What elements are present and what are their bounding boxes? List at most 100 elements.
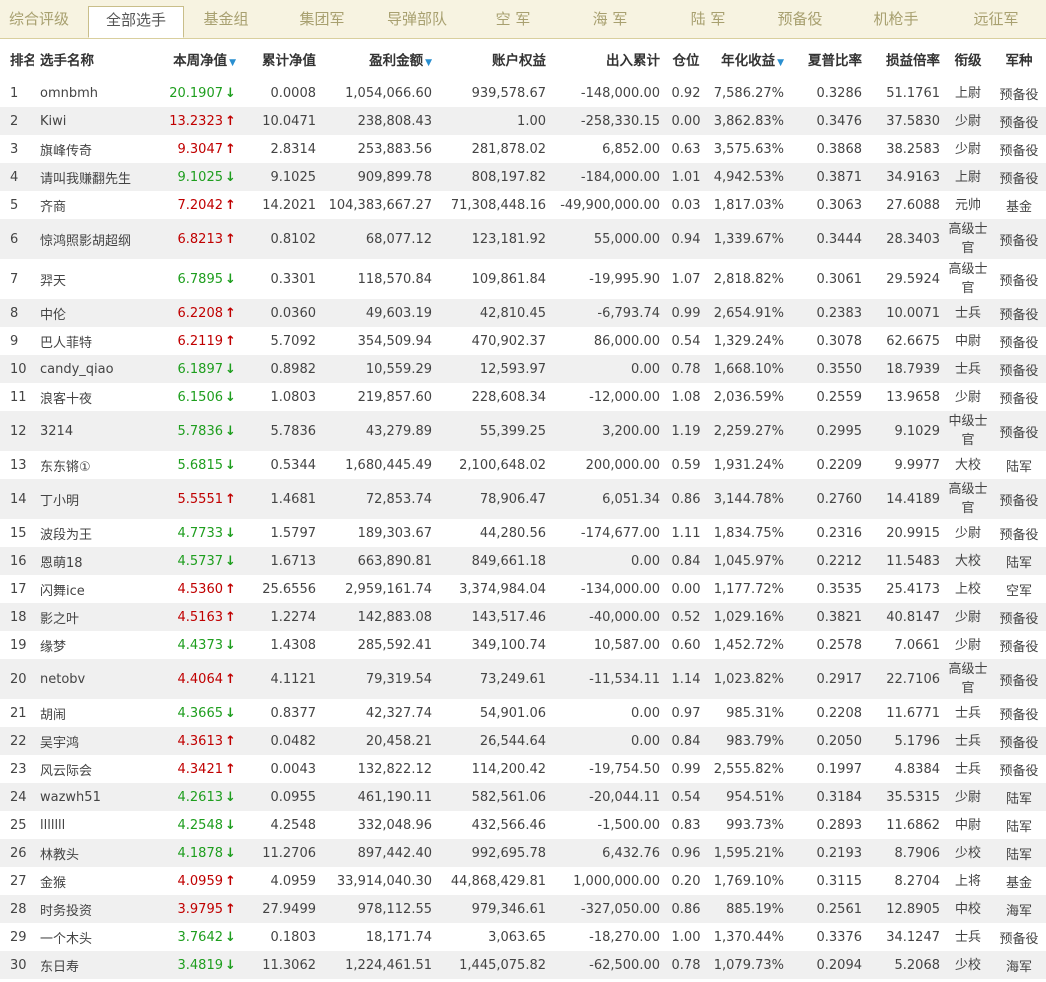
table-row[interactable]: 14 丁小明 5.5551 ↑ 1.4681 72,853.74 78,906.47 6,05… [0, 479, 1046, 519]
cell-branch: 基金 [1005, 875, 1032, 891]
table-row[interactable]: 29 一个木头 3.7642 ↓ 0.1803 18,171.74 3,063.65 -18,… [0, 923, 1046, 951]
tab-8[interactable]: 预备役 [757, 0, 843, 38]
cell-name[interactable]: 惊鸿照影胡超纲 [34, 219, 162, 259]
cell-name[interactable]: 林教头 [34, 839, 162, 867]
cell-name[interactable]: 影之叶 [34, 603, 162, 631]
tab-5[interactable]: 空 军 [470, 0, 556, 38]
cell-sharpe: 0.2578 [816, 637, 863, 653]
cell-name[interactable]: lllllll [34, 811, 162, 839]
cell-name[interactable]: 3214 [34, 411, 162, 451]
cell-name[interactable]: 中伦 [34, 299, 162, 327]
cell-name[interactable]: 风云际会 [34, 755, 162, 783]
cell-name[interactable]: 旗峰传奇 [34, 135, 162, 163]
cell-rank: 30 [0, 951, 34, 979]
sort-down-icon[interactable]: ▼ [425, 58, 432, 68]
arrow-up-icon: ↑ [225, 761, 236, 777]
cell-rank_title: 中尉 [954, 333, 981, 349]
table-row[interactable]: 5 齐商 7.2042 ↑ 14.2021 104,383,667.27 71,308,44… [0, 191, 1046, 219]
tab-10[interactable]: 远征军 [948, 0, 1044, 38]
cell-profit: 20,458.21 [320, 727, 436, 755]
cell-name[interactable]: 一个木头 [34, 923, 162, 951]
col-header-4[interactable]: 盈利金额 ▼ [320, 39, 436, 79]
cell-week: 4.2548 ↓ [162, 811, 240, 839]
cell-flow: -148,000.00 [580, 85, 660, 101]
tab-3[interactable]: 集团军 [279, 0, 365, 38]
cell-name[interactable]: 浪客十夜 [34, 383, 162, 411]
table-row[interactable]: 11 浪客十夜 6.1506 ↓ 1.0803 219,857.60 228,608.34-… [0, 383, 1046, 411]
table-row[interactable]: 25 lllllll 4.2548 ↓ 4.2548 332,048.96 432,566.… [0, 811, 1046, 839]
cell-name[interactable]: wazwh51 [34, 783, 162, 811]
table-row[interactable]: 3 旗峰传奇 9.3047 ↑ 2.8314 253,883.56 281,878.02 6,… [0, 135, 1046, 163]
table-row[interactable]: 18 影之叶 4.5163 ↑ 1.2274 142,883.08 143,517.46 -4… [0, 603, 1046, 631]
cell-flow: -20,044.11 [550, 783, 664, 811]
cell-name[interactable]: 波段为王 [34, 519, 162, 547]
cell-name[interactable]: 齐商 [34, 191, 162, 219]
week-net-value: 7.2042 [177, 197, 224, 213]
cell-cum: 0.0360 [240, 299, 320, 327]
table-row[interactable]: 20 netobv 4.4064 ↑ 4.1121 79,319.54 73,249.61-… [0, 659, 1046, 699]
tab-1[interactable]: 全部选手 [88, 6, 184, 38]
cell-sharpe: 0.2316 [816, 525, 863, 541]
table-row[interactable]: 2 Kiwi 13.2323 ↑ 10.0471 238,808.43 1.00 -258,3… [0, 107, 1046, 135]
cell-name[interactable]: Kiwi [34, 107, 162, 135]
tab-0[interactable]: 综合评级 [0, 0, 78, 38]
table-row[interactable]: 9 巴人菲特 6.2119 ↑ 5.7092 354,509.94 470,902.37 86… [0, 327, 1046, 355]
cell-name[interactable]: 东日寿 [34, 951, 162, 979]
tab-7[interactable]: 陆 军 [665, 0, 751, 38]
table-row[interactable]: 24 wazwh51 4.2613 ↓ 0.0955 461,190.11 582,561.… [0, 783, 1046, 811]
cell-equity: 432,566.46 [471, 817, 546, 833]
tab-9[interactable]: 机枪手 [853, 0, 939, 38]
cell-name[interactable]: 恩萌18 [34, 547, 162, 575]
table-row[interactable]: 16 恩萌18 4.5737 ↓ 1.6713 663,890.81 849,661.18 0… [0, 547, 1046, 575]
cell-equity: 3,374,984.04 [459, 581, 546, 597]
cell-name[interactable]: 缘梦 [34, 631, 162, 659]
tab-6[interactable]: 海 军 [567, 0, 653, 38]
table-row[interactable]: 4 请叫我赚翻先生 9.1025 ↓ 9.1025 909,899.78 808,197.8… [0, 163, 1046, 191]
table-row[interactable]: 17 闪舞ice 4.5360 ↑ 25.6556 2,959,161.74 3,374,9… [0, 575, 1046, 603]
col-header-8[interactable]: 年化收益 ▼ [708, 39, 788, 79]
cell-equity: 1.00 [436, 107, 550, 135]
cell-annual: 1,329.24% [713, 333, 784, 349]
table-row[interactable]: 12 3214 5.7836 ↓ 5.7836 43,279.89 55,399.25 3,2… [0, 411, 1046, 451]
col-header-2[interactable]: 本周净值 ▼ [162, 39, 240, 79]
cell-name[interactable]: 羿天 [34, 259, 162, 299]
cell-name[interactable]: 闪舞ice [34, 575, 162, 603]
cell-pos: 0.99 [671, 761, 701, 777]
tab-2[interactable]: 基金组 [187, 0, 265, 38]
cell-name[interactable]: 时务投资 [34, 895, 162, 923]
arrow-up-icon: ↑ [225, 873, 236, 889]
cell-name[interactable]: 东东锵① [34, 451, 162, 479]
cell-name[interactable]: 金猴 [34, 867, 162, 895]
cell-name[interactable]: 巴人菲特 [34, 327, 162, 355]
table-row[interactable]: 21 胡闹 4.3665 ↓ 0.8377 42,327.74 54,901.06 0.00 0… [0, 699, 1046, 727]
table-row[interactable]: 1 omnbmh 20.1907 ↓ 0.0008 1,054,066.60 939,578… [0, 79, 1046, 107]
table-row[interactable]: 7 羿天 6.7895 ↓ 0.3301 118,570.84 109,861.84 -19,… [0, 259, 1046, 299]
table-row[interactable]: 26 林教头 4.1878 ↓ 11.2706 897,442.40 992,695.78 6… [0, 839, 1046, 867]
cell-name[interactable]: 吴宇鸿 [34, 727, 162, 755]
table-row[interactable]: 27 金猴 4.0959 ↑ 4.0959 33,914,040.30 44,868,429… [0, 867, 1046, 895]
table-row[interactable]: 8 中伦 6.2208 ↑ 0.0360 49,603.19 42,810.45 -6,793… [0, 299, 1046, 327]
cell-name[interactable]: omnbmh [34, 79, 162, 107]
cell-profit: 332,048.96 [357, 817, 432, 833]
table-row[interactable]: 10 candy_qiao 6.1897 ↓ 0.8982 10,559.29 12,593… [0, 355, 1046, 383]
cell-annual: 1,931.24% [713, 457, 784, 473]
cell-profit: 219,857.60 [357, 389, 432, 405]
cell-name[interactable]: 丁小明 [34, 479, 162, 519]
sort-down-icon[interactable]: ▼ [777, 58, 784, 68]
table-row[interactable]: 23 风云际会 4.3421 ↑ 0.0043 132,822.12 114,200.42-… [0, 755, 1046, 783]
table-row[interactable]: 15 波段为王 4.7733 ↓ 1.5797 189,303.67 44,280.56 -1… [0, 519, 1046, 547]
cell-name[interactable]: candy_qiao [34, 355, 162, 383]
cell-name[interactable]: 胡闹 [34, 699, 162, 727]
cell-name[interactable]: netobv [34, 659, 162, 699]
table-row[interactable]: 13 东东锵① 5.6815 ↓ 0.5344 1,680,445.49 2,100,648… [0, 451, 1046, 479]
sort-down-icon[interactable]: ▼ [229, 58, 236, 68]
table-row[interactable]: 19 缘梦 4.4373 ↓ 1.4308 285,592.41 349,100.74 10,… [0, 631, 1046, 659]
tab-4[interactable]: 导弹部队 [374, 0, 460, 38]
week-net-value: 6.2208 [177, 305, 224, 321]
cell-name[interactable]: 请叫我赚翻先生 [34, 163, 162, 191]
table-row[interactable]: 6 惊鸿照影胡超纲 6.8213 ↑ 0.8102 68,077.12 123,181.92… [0, 219, 1046, 259]
cell-equity: 808,197.82 [436, 163, 550, 191]
table-row[interactable]: 30 东日寿 3.4819 ↓ 11.3062 1,224,461.51 1,445,075… [0, 951, 1046, 979]
table-row[interactable]: 28 时务投资 3.9795 ↑ 27.9499 978,112.55 979,346.61… [0, 895, 1046, 923]
table-row[interactable]: 22 吴宇鸿 4.3613 ↑ 0.0482 20,458.21 26,544.64 0.00… [0, 727, 1046, 755]
